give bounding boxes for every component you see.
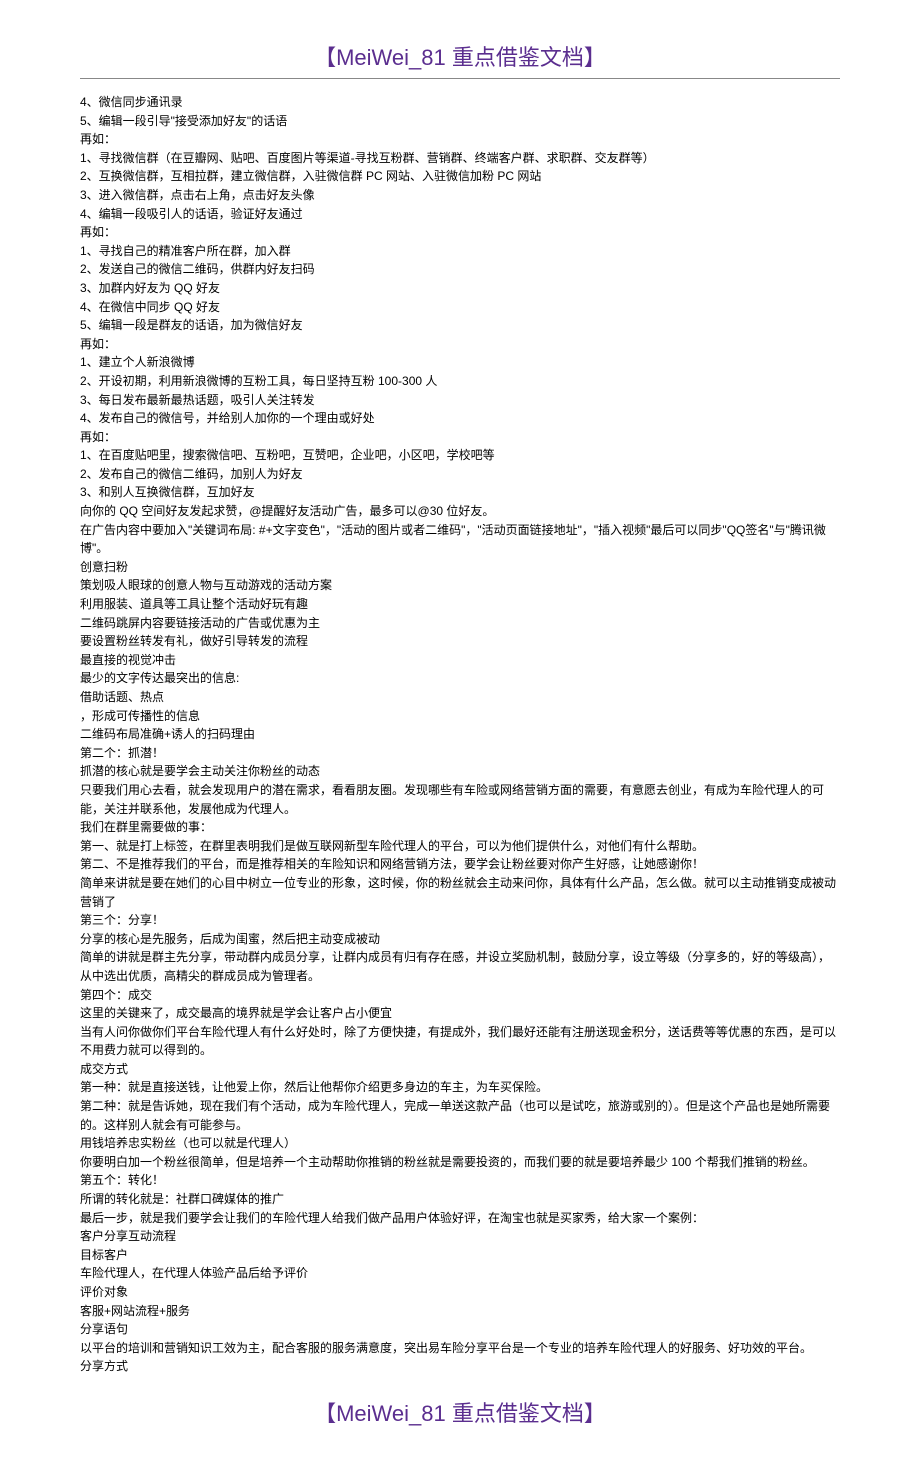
body-line: 4、发布自己的微信号，并给别人加你的一个理由或好处 (80, 409, 840, 428)
body-line: 客服+网站流程+服务 (80, 1302, 840, 1321)
body-line: 成交方式 (80, 1060, 840, 1079)
body-line: 最后一步，就是我们要学会让我们的车险代理人给我们做产品用户体验好评，在淘宝也就是… (80, 1209, 840, 1228)
header-divider (80, 78, 840, 79)
body-line: ，形成可传播性的信息 (80, 707, 840, 726)
body-line: 第一、就是打上标签，在群里表明我们是做互联网新型车险代理人的平台，可以为他们提供… (80, 837, 840, 856)
body-line: 利用服装、道具等工具让整个活动好玩有趣 (80, 595, 840, 614)
body-line: 2、开设初期，利用新浪微博的互粉工具，每日坚持互粉 100-300 人 (80, 372, 840, 391)
body-line: 在广告内容中要加入"关键词布局: #+文字变色"，"活动的图片或者二维码"，"活… (80, 521, 840, 558)
body-line: 1、寻找微信群（在豆瓣网、贴吧、百度图片等渠道-寻找互粉群、营销群、终端客户群、… (80, 149, 840, 168)
body-line: 要设置粉丝转发有礼，做好引导转发的流程 (80, 632, 840, 651)
body-line: 你要明白加一个粉丝很简单，但是培养一个主动帮助你推销的粉丝就是需要投资的，而我们… (80, 1153, 840, 1172)
body-line: 向你的 QQ 空间好友发起求赞，@提醒好友活动广告，最多可以@30 位好友。 (80, 502, 840, 521)
body-line: 再如： (80, 335, 840, 354)
body-line: 二维码布局准确+诱人的扫码理由 (80, 725, 840, 744)
body-line: 3、每日发布最新最热话题，吸引人关注转发 (80, 391, 840, 410)
body-line: 第二种：就是告诉她，现在我们有个活动，成为车险代理人，完成一单送这款产品（也可以… (80, 1097, 840, 1134)
body-line: 3、加群内好友为 QQ 好友 (80, 279, 840, 298)
body-line: 评价对象 (80, 1283, 840, 1302)
body-line: 1、寻找自己的精准客户所在群，加入群 (80, 242, 840, 261)
body-line: 创意扫粉 (80, 558, 840, 577)
body-line: 只要我们用心去看，就会发现用户的潜在需求，看看朋友圈。发现哪些有车险或网络营销方… (80, 781, 840, 818)
body-line: 借助话题、热点 (80, 688, 840, 707)
body-line: 二维码跳屏内容要链接活动的广告或优惠为主 (80, 614, 840, 633)
body-line: 以平台的培训和营销知识工效为主，配合客服的服务满意度，突出易车险分享平台是一个专… (80, 1339, 840, 1358)
body-line: 最直接的视觉冲击 (80, 651, 840, 670)
body-line: 第三个：分享！ (80, 911, 840, 930)
body-line: 再如： (80, 223, 840, 242)
body-line: 用钱培养忠实粉丝（也可以就是代理人） (80, 1134, 840, 1153)
body-line: 5、编辑一段引导"接受添加好友"的话语 (80, 112, 840, 131)
body-line: 简单来讲就是要在她们的心目中树立一位专业的形象，这时候，你的粉丝就会主动来问你，… (80, 874, 840, 911)
body-line: 4、在微信中同步 QQ 好友 (80, 298, 840, 317)
body-line: 抓潜的核心就是要学会主动关注你粉丝的动态 (80, 762, 840, 781)
body-line: 第五个：转化！ (80, 1171, 840, 1190)
body-line: 1、建立个人新浪微博 (80, 353, 840, 372)
body-line: 第二、不是推荐我们的平台，而是推荐相关的车险知识和网络营销方法，要学会让粉丝要对… (80, 855, 840, 874)
body-line: 分享方式 (80, 1357, 840, 1376)
body-line: 再如： (80, 130, 840, 149)
body-line: 策划吸人眼球的创意人物与互动游戏的活动方案 (80, 576, 840, 595)
body-line: 车险代理人，在代理人体验产品后给予评价 (80, 1264, 840, 1283)
body-line: 当有人问你做你们平台车险代理人有什么好处时，除了方便快捷，有提成外，我们最好还能… (80, 1023, 840, 1060)
footer-title: 【MeiWei_81 重点借鉴文档】 (80, 1396, 840, 1428)
body-line: 简单的讲就是群主先分享，带动群内成员分享，让群内成员有归有存在感，并设立奖励机制… (80, 948, 840, 985)
body-line: 第二个：抓潜！ (80, 744, 840, 763)
body-line: 2、互换微信群，互相拉群，建立微信群，入驻微信群 PC 网站、入驻微信加粉 PC… (80, 167, 840, 186)
body-line: 2、发布自己的微信二维码，加别人为好友 (80, 465, 840, 484)
body-line: 3、进入微信群，点击右上角，点击好友头像 (80, 186, 840, 205)
body-line: 这里的关键来了，成交最高的境界就是学会让客户占小便宜 (80, 1004, 840, 1023)
body-line: 4、编辑一段吸引人的话语，验证好友通过 (80, 205, 840, 224)
body-line: 再如： (80, 428, 840, 447)
body-line: 目标客户 (80, 1246, 840, 1265)
document-body: 4、微信同步通讯录5、编辑一段引导"接受添加好友"的话语再如：1、寻找微信群（在… (80, 93, 840, 1376)
body-line: 3、和别人互换微信群，互加好友 (80, 483, 840, 502)
body-line: 2、发送自己的微信二维码，供群内好友扫码 (80, 260, 840, 279)
body-line: 客户分享互动流程 (80, 1227, 840, 1246)
body-line: 我们在群里需要做的事： (80, 818, 840, 837)
body-line: 4、微信同步通讯录 (80, 93, 840, 112)
body-line: 分享语句 (80, 1320, 840, 1339)
body-line: 所谓的转化就是：社群口碑媒体的推广 (80, 1190, 840, 1209)
body-line: 第四个：成交 (80, 986, 840, 1005)
body-line: 1、在百度贴吧里，搜索微信吧、互粉吧，互赞吧，企业吧，小区吧，学校吧等 (80, 446, 840, 465)
body-line: 5、编辑一段是群友的话语，加为微信好友 (80, 316, 840, 335)
body-line: 分享的核心是先服务，后成为闺蜜，然后把主动变成被动 (80, 930, 840, 949)
body-line: 第一种：就是直接送钱，让他爱上你，然后让他帮你介绍更多身边的车主，为车买保险。 (80, 1078, 840, 1097)
body-line: 最少的文字传达最突出的信息: (80, 669, 840, 688)
header-title: 【MeiWei_81 重点借鉴文档】 (80, 40, 840, 72)
